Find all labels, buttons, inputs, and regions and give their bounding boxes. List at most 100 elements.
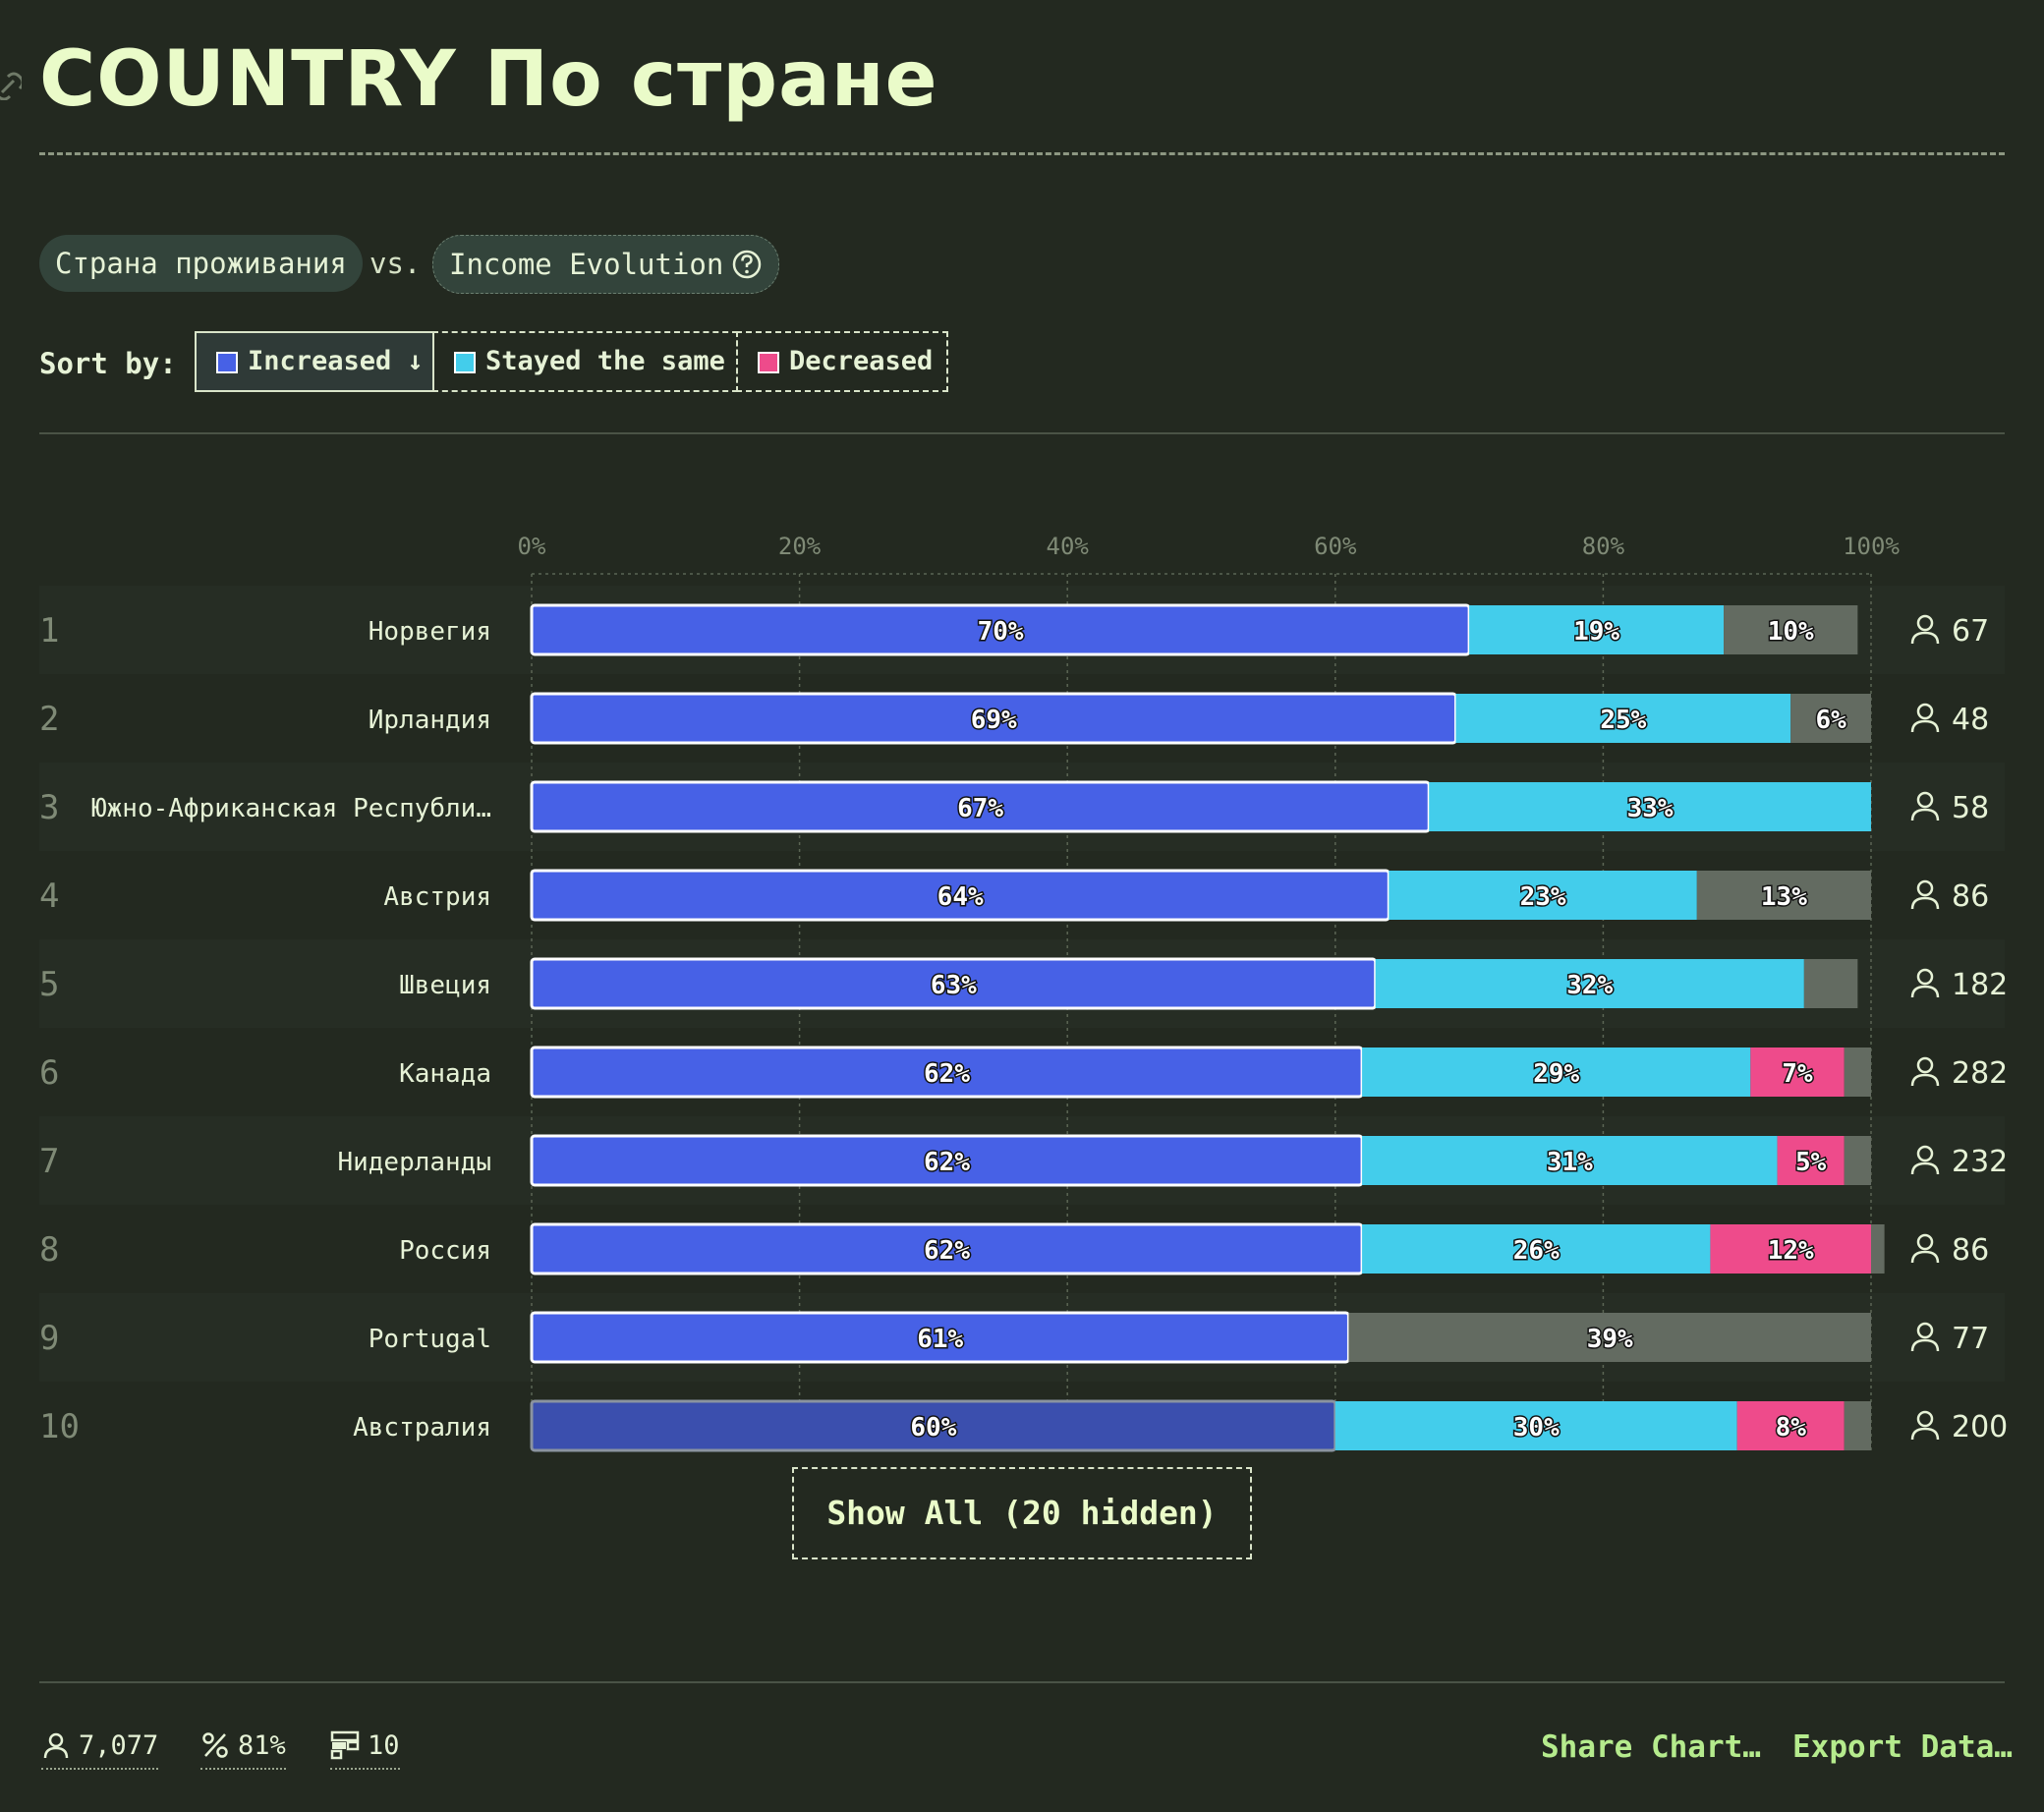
x-tick-label-top: 80%	[1582, 533, 1625, 560]
bar-data-label: 61%	[917, 1325, 963, 1354]
bar-data-label: 13%	[1761, 882, 1807, 912]
respondents-stat[interactable]: 7,077	[41, 1725, 159, 1770]
bar-data-label: 62%	[924, 1236, 970, 1266]
bar-data-label: 67%	[957, 794, 1003, 823]
sort-decreased-label: Decreased	[789, 346, 934, 376]
bar-data-label: 70%	[978, 617, 1024, 647]
x-tick-label-top: 20%	[778, 533, 822, 560]
person-icon	[43, 1732, 69, 1759]
bar-segment-other[interactable]	[1803, 959, 1858, 1008]
row-rank: 3	[39, 788, 59, 827]
row-country-label: Канада	[399, 1059, 491, 1089]
bar-data-label: 25%	[1600, 706, 1646, 735]
row-count: 58	[1952, 791, 1989, 825]
sort-increased-label: Increased ↓	[248, 346, 424, 376]
person-icon	[1910, 1427, 1940, 1441]
row-count: 200	[1952, 1410, 2008, 1444]
row-count: 282	[1952, 1056, 2008, 1091]
bar-data-label: 29%	[1533, 1059, 1579, 1089]
bar-data-label: 10%	[1768, 617, 1814, 647]
bar-data-label: 62%	[924, 1059, 970, 1089]
row-rank: 2	[39, 700, 59, 739]
bar-data-label: 19%	[1573, 617, 1619, 647]
bar-data-label: 60%	[910, 1413, 956, 1443]
bar-segment-other[interactable]	[1844, 1401, 1871, 1450]
x-tick-label-top: 100%	[1843, 533, 1900, 560]
bar-data-label: 64%	[937, 882, 984, 912]
x-tick-label-top: 0%	[518, 533, 546, 560]
dimension-select-left[interactable]: Страна проживания	[39, 235, 363, 292]
person-icon	[1916, 1410, 1934, 1428]
bar-segment-other[interactable]	[1844, 1048, 1871, 1097]
row-rank: 6	[39, 1053, 59, 1093]
vs-label: vs.	[369, 247, 422, 280]
x-tick-label-top: 40%	[1047, 533, 1090, 560]
bar-data-label: 63%	[931, 971, 977, 1000]
person-icon	[1916, 703, 1934, 720]
row-country-label: Россия	[399, 1236, 491, 1266]
row-rank: 4	[39, 877, 59, 916]
link-icon[interactable]	[0, 71, 22, 100]
percent-value: 81%	[238, 1730, 286, 1761]
help-icon[interactable]	[731, 249, 763, 280]
respondents-value: 7,077	[79, 1730, 159, 1761]
groups-value: 10	[368, 1730, 400, 1761]
sort-decreased-button[interactable]: Decreased	[736, 331, 948, 392]
row-country-label: Южно-Африканская Республи…	[91, 794, 491, 823]
person-icon	[1916, 1233, 1934, 1251]
person-icon	[1916, 879, 1934, 897]
sort-stayed-same-button[interactable]: Stayed the same	[432, 331, 738, 392]
person-icon	[1916, 1056, 1934, 1074]
bar-data-label: 23%	[1520, 882, 1566, 912]
bar-data-label: 33%	[1627, 794, 1674, 823]
row-count: 86	[1952, 879, 1989, 914]
row-count: 48	[1952, 703, 1989, 737]
stacked-bar-chart: 0%0%20%20%40%40%60%60%80%80%100%100%1Нор…	[39, 533, 2008, 1454]
bar-data-label: 31%	[1547, 1148, 1593, 1177]
percent-stat[interactable]: 81%	[200, 1725, 286, 1770]
row-rank: 8	[39, 1230, 59, 1270]
sort-increased-button[interactable]: Increased ↓	[195, 331, 434, 392]
row-count: 77	[1952, 1322, 1989, 1356]
row-rank: 7	[39, 1142, 59, 1181]
export-data-link[interactable]: Export Data…	[1792, 1726, 2013, 1769]
bar-data-label: 12%	[1768, 1236, 1814, 1266]
grid-icon	[330, 1730, 360, 1760]
row-country-label: Portugal	[369, 1325, 491, 1354]
person-icon	[1910, 1250, 1940, 1264]
person-icon	[1910, 719, 1940, 733]
row-count: 232	[1952, 1145, 2008, 1179]
person-icon	[1910, 896, 1940, 910]
row-country-label: Швеция	[399, 971, 491, 1000]
groups-stat[interactable]: 10	[330, 1725, 400, 1770]
bar-data-label: 7%	[1782, 1059, 1813, 1089]
bar-segment-other[interactable]	[1844, 1136, 1871, 1185]
row-count: 67	[1952, 614, 1989, 649]
decreased-swatch	[758, 352, 779, 373]
dimension-select-right[interactable]: Income Evolution	[432, 235, 780, 294]
row-count: 86	[1952, 1233, 1989, 1268]
show-all-button[interactable]: Show All (20 hidden)	[792, 1467, 1252, 1559]
sort-stayed-same-label: Stayed the same	[485, 346, 725, 376]
bar-data-label: 26%	[1513, 1236, 1560, 1266]
sort-label: Sort by:	[39, 347, 177, 380]
bar-data-label: 6%	[1815, 706, 1846, 735]
bar-segment-other[interactable]	[1871, 1224, 1885, 1274]
title-divider	[39, 152, 2005, 155]
row-rank: 9	[39, 1319, 59, 1358]
row-country-label: Нидерланды	[337, 1148, 491, 1177]
footer-divider	[39, 1681, 2005, 1683]
bar-data-label: 5%	[1795, 1148, 1827, 1177]
row-country-label: Австралия	[353, 1413, 491, 1443]
bar-data-label: 8%	[1776, 1413, 1807, 1443]
stayed-same-swatch	[454, 352, 476, 373]
bar-data-label: 69%	[971, 706, 1017, 735]
row-rank: 5	[39, 965, 59, 1004]
row-country-label: Ирландия	[369, 706, 491, 735]
bar-data-label: 32%	[1566, 971, 1613, 1000]
row-country-label: Норвегия	[369, 617, 491, 647]
share-chart-link[interactable]: Share Chart…	[1541, 1726, 1761, 1769]
bar-data-label: 30%	[1513, 1413, 1560, 1443]
bar-data-label: 62%	[924, 1148, 970, 1177]
row-rank: 1	[39, 611, 59, 651]
